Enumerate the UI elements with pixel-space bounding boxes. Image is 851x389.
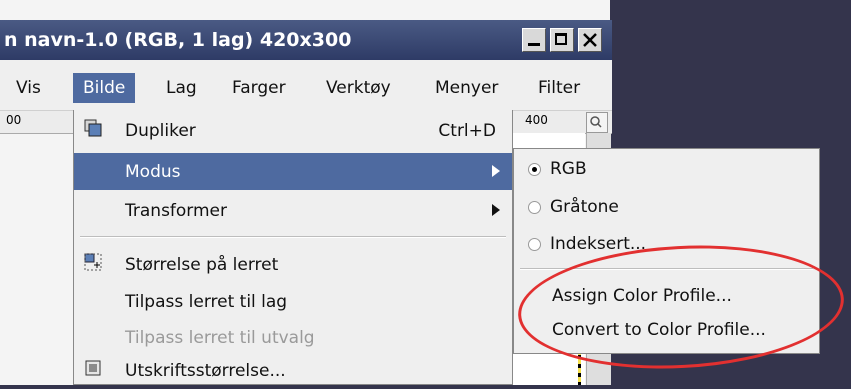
- ruler-label-right: 400: [525, 113, 548, 127]
- radio-icon: [528, 238, 541, 251]
- menu-item-tilpass-lerret-til-utvalg: Tilpass lerret til utvalg: [74, 319, 512, 356]
- menu-item-modus[interactable]: Modus: [74, 153, 512, 190]
- radio-icon: [528, 201, 541, 214]
- menu-item-storrelse-pa-lerret[interactable]: Størrelse på lerret: [74, 246, 512, 283]
- menu-farger[interactable]: Farger: [232, 78, 286, 98]
- submenu-arrow-icon: [492, 204, 500, 216]
- minimize-icon: [528, 43, 540, 46]
- maximize-icon: [555, 33, 567, 45]
- submenu-item-gratone[interactable]: Gråtone: [514, 191, 819, 225]
- menu-item-label: Modus: [125, 162, 181, 182]
- close-button[interactable]: [578, 28, 602, 52]
- menu-item-label: Størrelse på lerret: [125, 255, 279, 275]
- menu-item-tilpass-lerret-til-lag[interactable]: Tilpass lerret til lag: [74, 283, 512, 320]
- bilde-menu: Dupliker Ctrl+D Modus Transformer Større…: [73, 110, 513, 385]
- submenu-item-rgb[interactable]: RGB: [514, 153, 819, 187]
- menu-item-label: Tilpass lerret til lag: [125, 292, 288, 312]
- menu-item-utskriftsstorrelse[interactable]: Utskriftsstørrelse...: [74, 352, 512, 389]
- minimize-button[interactable]: [522, 28, 546, 52]
- zoom-icon: [590, 116, 602, 128]
- canvas-size-icon: [84, 253, 102, 271]
- submenu-item-label: RGB: [550, 159, 587, 179]
- close-icon: [583, 33, 597, 47]
- menu-lag[interactable]: Lag: [166, 78, 197, 98]
- menubar: Vis Bilde Lag Farger Verktøy Menyer Filt…: [0, 60, 612, 111]
- duplicate-icon: [84, 119, 102, 137]
- menu-item-label: Tilpass lerret til utvalg: [125, 328, 315, 348]
- menu-item-label: Dupliker: [125, 121, 196, 141]
- submenu-arrow-icon: [492, 165, 500, 177]
- menu-filter[interactable]: Filter: [538, 78, 580, 98]
- menu-bilde[interactable]: Bilde: [73, 73, 136, 103]
- print-size-icon: [85, 360, 101, 376]
- menu-menyer[interactable]: Menyer: [435, 78, 498, 98]
- maximize-button[interactable]: [550, 28, 574, 52]
- window-title: n navn-1.0 (RGB, 1 lag) 420x300: [4, 29, 352, 51]
- window-titlebar[interactable]: n navn-1.0 (RGB, 1 lag) 420x300: [0, 20, 612, 60]
- menu-separator: [80, 236, 506, 238]
- shortcut-label: Ctrl+D: [438, 121, 496, 141]
- submenu-item-label: Gråtone: [550, 197, 619, 217]
- menu-item-label: Utskriftsstørrelse...: [125, 361, 286, 381]
- radio-selected-icon: [528, 163, 541, 176]
- menu-item-transformer[interactable]: Transformer: [74, 192, 512, 229]
- menu-item-dupliker[interactable]: Dupliker Ctrl+D: [74, 112, 512, 149]
- menu-item-label: Transformer: [125, 201, 228, 221]
- ruler-label-left: 00: [6, 113, 22, 127]
- menu-verktoy[interactable]: Verktøy: [326, 78, 391, 98]
- menu-vis[interactable]: Vis: [16, 78, 41, 98]
- zoom-button[interactable]: [586, 112, 608, 133]
